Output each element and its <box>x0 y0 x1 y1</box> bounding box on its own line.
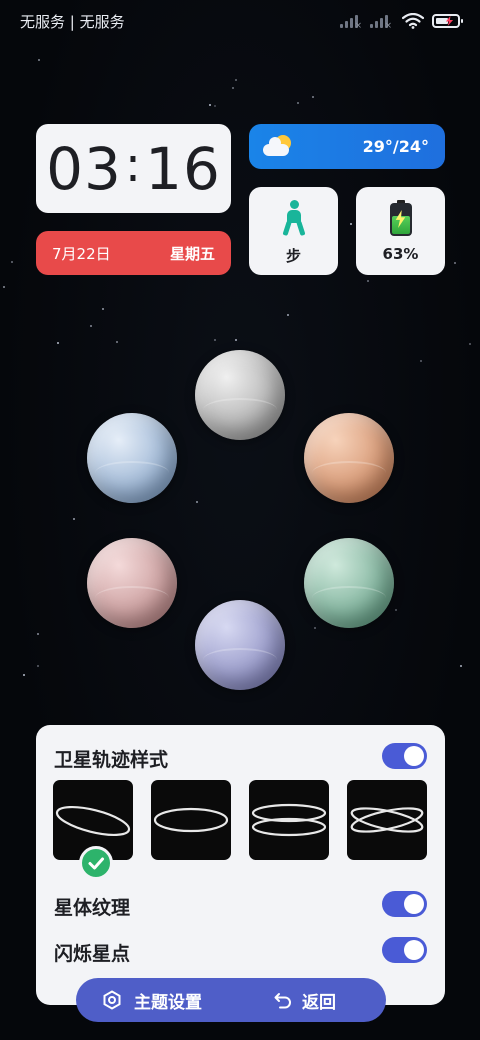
clock-hour: 03 <box>46 134 122 203</box>
planet-gray[interactable] <box>195 350 285 440</box>
star-dot <box>90 325 92 327</box>
settings-panel: 卫星轨迹样式 星体纹理 闪烁星点 <box>36 725 445 1005</box>
orbit-double-icon <box>251 803 327 837</box>
star-dot <box>57 342 59 344</box>
clock-minute: 16 <box>145 134 221 203</box>
star-dot <box>235 79 237 81</box>
orbit-option-single-flat[interactable] <box>151 780 231 860</box>
twinkle-label: 闪烁星点 <box>54 943 131 965</box>
planet-purple[interactable] <box>195 600 285 690</box>
star-dot <box>23 674 25 676</box>
signal-no-service-icon: × <box>370 14 392 31</box>
star-dot <box>214 339 216 341</box>
star-dot <box>297 102 299 104</box>
star-dot <box>469 343 471 345</box>
twinkle-toggle[interactable] <box>382 937 427 963</box>
star-dot <box>3 286 5 288</box>
weather-temperature: 29°/24° <box>362 137 429 156</box>
wifi-icon <box>402 13 424 29</box>
bottom-action-bar: 主题设置 返回 <box>76 978 386 1022</box>
theme-settings-button[interactable]: 主题设置 <box>102 978 202 1022</box>
orbit-option-double-flat[interactable] <box>249 780 329 860</box>
battery-charging-icon <box>389 200 412 236</box>
carrier-text: 无服务 | 无服务 <box>20 13 125 31</box>
walking-person-icon <box>281 200 307 237</box>
battery-percentage: 63% <box>382 245 419 263</box>
star-dot <box>420 360 422 362</box>
orbit-crossed-icon <box>350 807 424 833</box>
battery-widget[interactable]: 63% <box>356 187 445 275</box>
date-weekday: 星期五 <box>169 244 215 263</box>
orbit-option-crossed[interactable] <box>347 780 427 860</box>
star-dot <box>235 339 237 341</box>
planet-blue[interactable] <box>87 413 177 503</box>
back-button[interactable]: 返回 <box>274 978 336 1022</box>
signal-no-service-icon: × <box>340 14 362 31</box>
star-dot <box>102 308 104 310</box>
orbit-style-label: 卫星轨迹样式 <box>54 749 169 771</box>
undo-arrow-icon <box>274 993 291 1009</box>
star-dot <box>37 633 39 635</box>
steps-label: 步 <box>285 247 301 265</box>
star-dot <box>232 87 234 89</box>
planet-orange[interactable] <box>304 413 394 503</box>
star-dot <box>350 223 352 225</box>
star-dot <box>454 262 456 264</box>
star-dot <box>37 665 39 667</box>
star-dot <box>287 314 289 316</box>
star-dot <box>73 518 75 520</box>
status-icons: × × <box>340 12 463 31</box>
star-dot <box>11 261 13 263</box>
hexagon-settings-icon <box>103 990 121 1010</box>
star-dot <box>116 341 118 343</box>
clock-widget[interactable]: 03:16 <box>36 124 231 213</box>
partly-cloudy-icon <box>263 134 293 159</box>
date-widget[interactable]: 7月22日 星期五 <box>36 231 231 275</box>
back-label: 返回 <box>302 992 336 1013</box>
star-dot <box>312 96 314 98</box>
battery-charging-icon <box>432 14 463 28</box>
texture-toggle[interactable] <box>382 891 427 917</box>
texture-label: 星体纹理 <box>54 897 131 919</box>
weather-widget[interactable]: 29°/24° <box>249 124 445 169</box>
star-dot <box>460 665 462 667</box>
star-dot <box>214 105 216 107</box>
status-bar: 无服务 | 无服务 × × <box>0 0 480 42</box>
orbit-style-toggle[interactable] <box>382 743 427 769</box>
star-dot <box>209 104 211 106</box>
planet-green[interactable] <box>304 538 394 628</box>
date-day: 7月22日 <box>52 244 111 263</box>
planet-pink[interactable] <box>87 538 177 628</box>
star-dot <box>314 627 316 629</box>
clock-separator: : <box>124 136 143 193</box>
theme-settings-label: 主题设置 <box>134 992 202 1013</box>
star-dot <box>196 501 198 503</box>
lock-screen-theme-preview: 无服务 | 无服务 × × 03:16 7月22日 星期五 29°/24° 步 … <box>0 0 480 1040</box>
star-dot <box>395 609 397 611</box>
selected-check-icon <box>79 846 113 880</box>
orbit-flat-icon <box>153 807 229 833</box>
steps-widget[interactable]: 步 <box>249 187 338 275</box>
star-dot <box>367 280 369 282</box>
star-dot <box>38 59 40 61</box>
